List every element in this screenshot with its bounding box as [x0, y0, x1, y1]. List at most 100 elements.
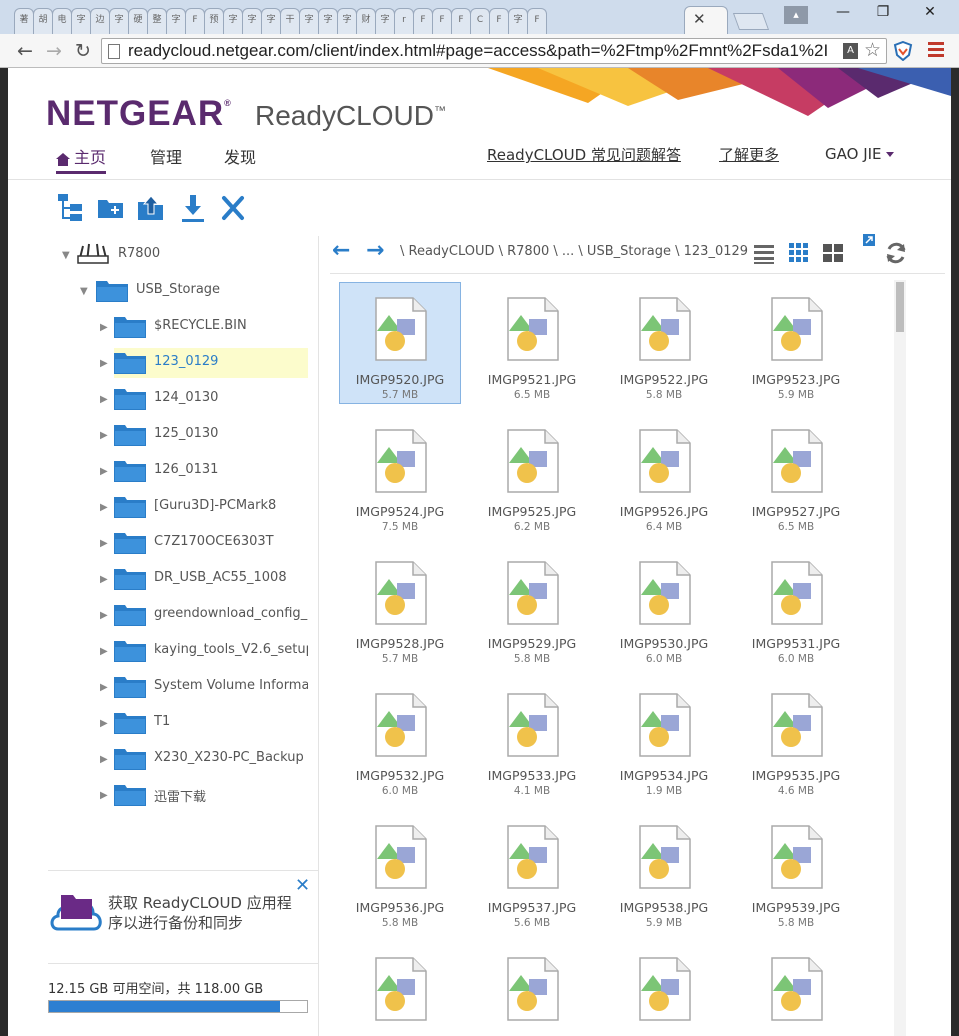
file-tile[interactable]: IMGP9529.JPG 5.8 MB [471, 546, 593, 668]
collapsed-arrow-icon[interactable]: ▶ [100, 430, 108, 441]
browser-tab[interactable]: 字 [223, 8, 243, 34]
collapsed-arrow-icon[interactable]: ▶ [100, 394, 108, 405]
tab-home[interactable]: 主页 [56, 144, 107, 174]
promo-text[interactable]: 获取 ReadyCLOUD 应用程 序以进行备份和同步 [108, 893, 292, 933]
faq-link[interactable]: ReadyCLOUD 常见问题解答 [487, 144, 681, 165]
list-view-icon[interactable] [752, 241, 776, 265]
tab-manage[interactable]: 管理 [150, 144, 182, 174]
browser-tab[interactable]: F [451, 8, 471, 34]
open-external-icon[interactable] [862, 233, 876, 247]
browser-tab[interactable]: 财 [356, 8, 376, 34]
file-tile[interactable]: IMGP9524.JPG 7.5 MB [339, 414, 461, 536]
file-tile[interactable]: IMGP9526.JPG 6.4 MB [603, 414, 725, 536]
folder-tree-icon[interactable] [56, 192, 86, 224]
collapsed-arrow-icon[interactable]: ▶ [100, 718, 108, 729]
tree-folder-item[interactable]: ▶ 125_0130 [100, 420, 308, 450]
refresh-icon[interactable] [884, 241, 908, 265]
file-tile[interactable] [471, 942, 593, 1036]
tree-folder-item[interactable]: ▶ T1 [100, 708, 308, 738]
tab-discover[interactable]: 发现 [224, 144, 256, 174]
browser-tab[interactable]: C [470, 8, 490, 34]
breadcrumb[interactable]: \ ReadyCLOUD \ R7800 \ ... \ USB_Storage… [400, 244, 748, 259]
back-arrow-icon[interactable]: ← [332, 238, 350, 263]
browser-tab[interactable]: 字 [508, 8, 528, 34]
collapsed-arrow-icon[interactable]: ▶ [100, 322, 108, 333]
upload-icon[interactable] [136, 192, 166, 224]
learn-more-link[interactable]: 了解更多 [719, 144, 779, 165]
file-tile[interactable]: IMGP9525.JPG 6.2 MB [471, 414, 593, 536]
browser-tab[interactable]: F [185, 8, 205, 34]
file-grid-scrollbar[interactable] [894, 280, 906, 1036]
new-folder-icon[interactable] [96, 192, 126, 224]
maximize-button[interactable]: ❐ [863, 0, 903, 24]
forward-button[interactable]: → [41, 39, 67, 63]
browser-tab[interactable]: 字 [109, 8, 129, 34]
file-tile[interactable] [735, 942, 857, 1036]
back-button[interactable]: ← [12, 39, 38, 63]
browser-menu-icon[interactable] [928, 42, 944, 60]
browser-tab[interactable]: 字 [299, 8, 319, 34]
minimize-button[interactable]: — [823, 0, 863, 24]
reload-button[interactable]: ↻ [70, 39, 96, 63]
browser-tab[interactable]: 著 [14, 8, 34, 34]
url-text[interactable]: readycloud.netgear.com/client/index.html… [128, 41, 840, 61]
tree-folder-item[interactable]: ▶ kaying_tools_V2.6_setup [100, 636, 308, 666]
browser-tab[interactable]: 字 [166, 8, 186, 34]
user-menu[interactable]: GAO JIE [825, 145, 894, 163]
file-tile[interactable]: IMGP9521.JPG 6.5 MB [471, 282, 593, 404]
browser-active-tab[interactable]: ✕ [684, 6, 728, 34]
file-tile[interactable]: IMGP9533.JPG 4.1 MB [471, 678, 593, 800]
collapsed-arrow-icon[interactable]: ▶ [100, 358, 108, 369]
promo-close-icon[interactable]: ✕ [295, 875, 310, 896]
collapsed-arrow-icon[interactable]: ▶ [100, 502, 108, 513]
browser-tab[interactable]: F [413, 8, 433, 34]
expanded-arrow-icon[interactable]: ▼ [62, 250, 70, 261]
file-tile[interactable]: IMGP9523.JPG 5.9 MB [735, 282, 857, 404]
netgear-logo[interactable]: NETGEAR® [46, 94, 232, 134]
collapsed-arrow-icon[interactable]: ▶ [100, 610, 108, 621]
browser-tab[interactable]: 电 [52, 8, 72, 34]
forward-arrow-icon[interactable]: → [366, 238, 384, 263]
browser-tab[interactable]: 边 [90, 8, 110, 34]
file-tile[interactable]: IMGP9536.JPG 5.8 MB [339, 810, 461, 932]
address-bar[interactable]: readycloud.netgear.com/client/index.html… [101, 38, 887, 64]
browser-tab[interactable]: 整 [147, 8, 167, 34]
tree-folder-item[interactable]: ▶ 123_0129 [100, 348, 308, 378]
app-promo[interactable]: ✕ 获取 ReadyCLOUD 应用程 序以进行备份和同步 [48, 870, 318, 960]
large-grid-view-icon[interactable] [821, 241, 845, 265]
tree-folder-item[interactable]: ▶ DR_USB_AC55_1008 [100, 564, 308, 594]
new-tab-button[interactable] [732, 13, 770, 30]
bookmark-star-icon[interactable]: ☆ [864, 39, 881, 61]
collapsed-arrow-icon[interactable]: ▶ [100, 754, 108, 765]
profile-icon[interactable]: ▴ [784, 6, 808, 24]
browser-tab[interactable]: 字 [337, 8, 357, 34]
tree-folder-item[interactable]: ▶ 124_0130 [100, 384, 308, 414]
browser-tab[interactable]: r [394, 8, 414, 34]
browser-tab[interactable]: 字 [318, 8, 338, 34]
file-tile[interactable]: IMGP9535.JPG 4.6 MB [735, 678, 857, 800]
tree-folder-item[interactable]: ▶ 126_0131 [100, 456, 308, 486]
scrollbar-thumb[interactable] [896, 282, 904, 332]
file-tile[interactable]: IMGP9534.JPG 1.9 MB [603, 678, 725, 800]
expanded-arrow-icon[interactable]: ▼ [80, 286, 88, 297]
file-tile[interactable]: IMGP9527.JPG 6.5 MB [735, 414, 857, 536]
browser-tab[interactable]: F [489, 8, 509, 34]
file-tile[interactable] [603, 942, 725, 1036]
file-tile[interactable]: IMGP9522.JPG 5.8 MB [603, 282, 725, 404]
file-tile[interactable]: IMGP9530.JPG 6.0 MB [603, 546, 725, 668]
browser-tab[interactable]: 预 [204, 8, 224, 34]
tree-folder-item[interactable]: ▶ [Guru3D]-PCMark8 [100, 492, 308, 522]
small-grid-view-icon[interactable] [787, 241, 811, 265]
file-tile[interactable]: IMGP9528.JPG 5.7 MB [339, 546, 461, 668]
collapsed-arrow-icon[interactable]: ▶ [100, 466, 108, 477]
browser-tab[interactable]: 字 [71, 8, 91, 34]
browser-tab[interactable]: 胡 [33, 8, 53, 34]
tree-folder-item[interactable]: ▶ System Volume Informatic [100, 672, 308, 702]
browser-tab[interactable]: 字 [242, 8, 262, 34]
file-tile[interactable]: IMGP9538.JPG 5.9 MB [603, 810, 725, 932]
translate-icon[interactable]: A [843, 43, 858, 59]
close-tab-icon[interactable]: ✕ [693, 10, 706, 28]
file-tile[interactable]: IMGP9539.JPG 5.8 MB [735, 810, 857, 932]
download-icon[interactable] [178, 192, 208, 224]
shield-extension-icon[interactable] [893, 41, 913, 61]
